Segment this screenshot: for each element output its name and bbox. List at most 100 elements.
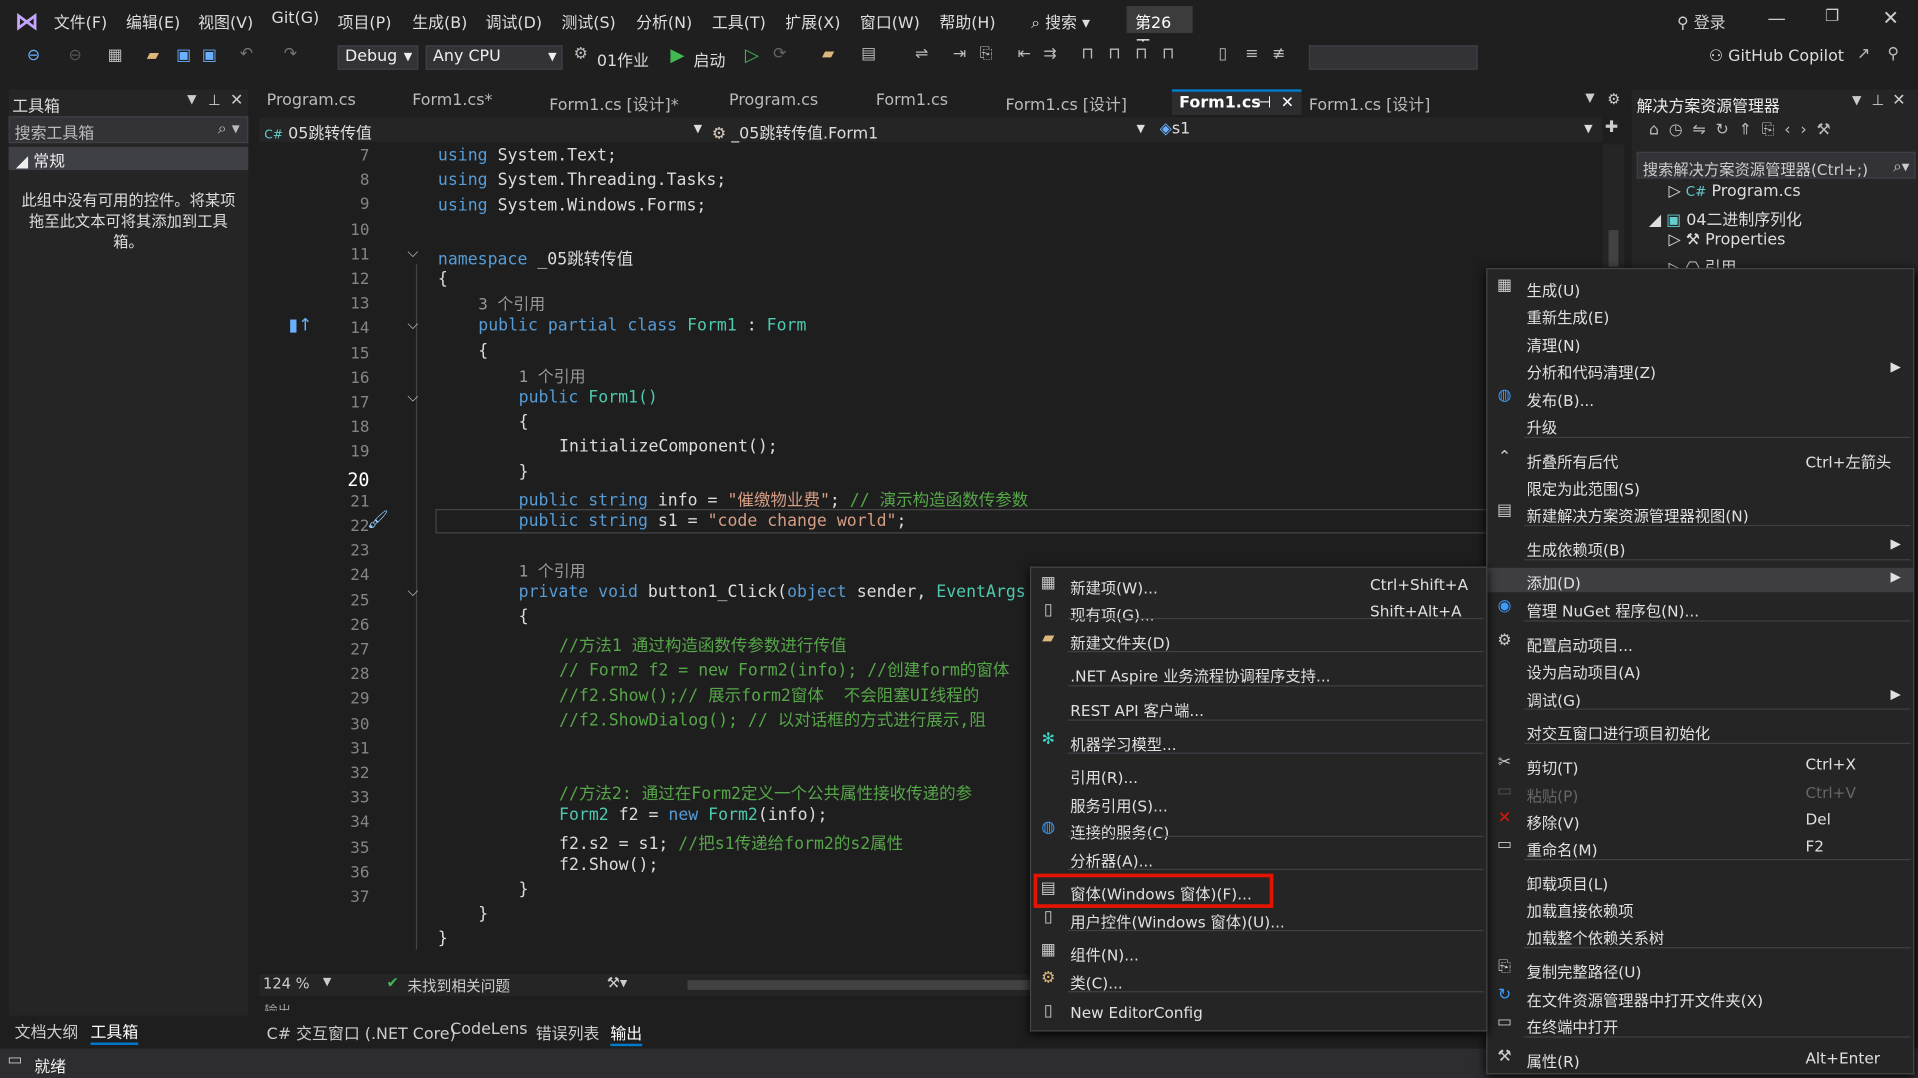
feedback-icon[interactable]: ⚲ <box>1887 45 1899 63</box>
platform-dropdown[interactable]: Any CPU ▼ <box>425 45 563 70</box>
config-dropdown[interactable]: Debug ▼ <box>337 45 419 70</box>
save-all-icon[interactable]: ▣ <box>202 46 217 64</box>
context_menu-item[interactable]: 升级 <box>1487 412 1913 436</box>
add_submenu-item[interactable]: .NET Aspire 业务流程协调程序支持... <box>1031 661 1486 685</box>
nav-member-dropdown[interactable]: ◈s1 ▼ <box>1160 120 1595 138</box>
login-button[interactable]: ⚲ 登录 <box>1677 10 1726 33</box>
menu-item-11[interactable]: 窗口(W) <box>860 10 920 33</box>
menu-item-8[interactable]: 分析(N) <box>636 10 692 33</box>
context_menu-item[interactable]: 加载直接依赖项 <box>1487 896 1913 920</box>
cleanup-brush-icon[interactable]: ⚒▾ <box>607 974 628 991</box>
folder-icon[interactable]: ▰ <box>822 45 834 63</box>
save-icon[interactable]: ▣ <box>176 46 191 64</box>
context_menu-item[interactable]: ⌃ 折叠所有后代 Ctrl+左箭头 <box>1487 447 1913 471</box>
context_menu-item[interactable]: 限定为此范围(S) <box>1487 474 1913 498</box>
play-icon[interactable]: ▶ <box>670 44 684 66</box>
left-tab-toolbox[interactable]: 工具箱 <box>90 1019 139 1045</box>
horizontal-scrollbar[interactable] <box>687 980 1030 990</box>
add_submenu-item[interactable]: 分析器(A)... <box>1031 846 1486 870</box>
add_submenu-item[interactable]: ▯ 用户控件(Windows 窗体)(U)... <box>1031 907 1486 931</box>
tab-form1-modified[interactable]: Form1.cs* <box>405 89 500 115</box>
context_menu-item[interactable]: ▭ 在终端中打开 <box>1487 1012 1913 1036</box>
context_menu-item[interactable]: ◉ 管理 NuGet 程序包(N)... <box>1487 596 1913 620</box>
close-window-button[interactable]: ✕ <box>1883 6 1899 29</box>
context_menu-item[interactable]: ▤ 新建解决方案资源管理器视图(N) <box>1487 500 1913 525</box>
tab-form1-design-3[interactable]: Form1.cs [设计] <box>1301 89 1437 115</box>
add_submenu-item[interactable]: ▦ 新建项(W)... Ctrl+Shift+A <box>1031 573 1486 597</box>
tree-item-properties[interactable]: ▷ ⚒ Properties <box>1668 231 1785 249</box>
context_menu-item[interactable]: ▭ 重命名(M) F2 <box>1487 835 1913 859</box>
zoom-dropdown[interactable]: 124 % <box>263 975 310 992</box>
context_menu-item[interactable]: ▦ 生成(U) <box>1487 275 1913 300</box>
close-icon[interactable]: ✕ <box>230 92 243 110</box>
tab-csharp-interactive[interactable]: C# 交互窗口 (.NET Core) <box>267 1020 456 1043</box>
add_submenu-item[interactable]: ▦ 组件(N)... <box>1031 940 1486 964</box>
bookmark-clear-icon[interactable]: ⊓ <box>1162 45 1174 63</box>
nav-project-dropdown[interactable]: C# 05跳转传值 ▼ <box>264 120 704 144</box>
menu-item-0[interactable]: 文件(F) <box>54 10 107 33</box>
menu-item-10[interactable]: 扩展(X) <box>785 10 840 33</box>
fold-class-icon[interactable]: ⌵ <box>407 316 418 334</box>
context_menu-item[interactable]: 重新生成(E) <box>1487 302 1913 326</box>
tab-program-2[interactable]: Program.cs <box>722 89 826 115</box>
split-icon[interactable]: ✚ <box>1605 119 1618 137</box>
add_submenu-item[interactable]: ▯ New EditorConfig <box>1031 1001 1486 1025</box>
bookmark-next-icon[interactable]: ⊓ <box>1135 45 1147 63</box>
menu-item-7[interactable]: 测试(S) <box>561 10 615 33</box>
toolbox-search-input[interactable]: 搜索工具箱 ⌕ ▾ <box>8 116 249 144</box>
tab-output[interactable]: 输出 <box>610 1020 643 1047</box>
codelens-references[interactable]: 3 个引用 <box>478 291 545 314</box>
start-button[interactable]: 启动 <box>694 48 726 71</box>
bookmark-icon[interactable]: ⊓ <box>1081 45 1093 63</box>
context_menu-item[interactable]: ▭ 粘贴(P) Ctrl+V <box>1487 781 1913 805</box>
tab-form1-design-2[interactable]: Form1.cs [设计] <box>998 89 1134 115</box>
add_submenu-item[interactable]: ◍ 连接的服务(C) <box>1031 817 1486 842</box>
close-icon[interactable]: ✕ <box>1281 94 1294 112</box>
step-icon[interactable]: ⇥ <box>953 45 966 63</box>
codelens-references[interactable]: 1 个引用 <box>519 558 586 581</box>
add_submenu-item[interactable]: 引用(R)... <box>1031 762 1486 786</box>
context_menu-item[interactable]: ⎘ 复制完整路径(U) <box>1487 957 1913 981</box>
fold-ctor-icon[interactable]: ⌵ <box>407 388 418 406</box>
left-tab-outline[interactable]: 文档大纲 <box>15 1019 79 1042</box>
context_menu-item[interactable]: 对交互窗口进行项目初始化 <box>1487 718 1913 742</box>
tree-item-program[interactable]: ▷ C# Program.cs <box>1668 182 1800 200</box>
tab-form1-2[interactable]: Form1.cs <box>868 89 955 115</box>
menu-item-5[interactable]: 生成(B) <box>412 10 467 33</box>
comment-out-icon[interactable]: ≡ <box>1245 45 1258 63</box>
menu-item-3[interactable]: Git(G) <box>272 10 320 28</box>
tab-list-icon[interactable]: ▼ <box>1585 92 1594 105</box>
menu-item-6[interactable]: 调试(D) <box>486 10 542 33</box>
context_menu-item[interactable]: ✂ 剪切(T) Ctrl+X <box>1487 753 1913 777</box>
redo-icon[interactable]: ↷ <box>284 45 297 63</box>
restore-button[interactable]: ❐ <box>1825 7 1839 25</box>
context_menu-item[interactable]: 分析和代码清理(Z) ▶ <box>1487 357 1913 382</box>
comment-icon[interactable]: ⇉ <box>1043 45 1056 63</box>
undo-icon[interactable]: ↶ <box>240 45 253 63</box>
solution-search-input[interactable]: 搜索解决方案资源管理器(Ctrl+;) ⌕▾ <box>1636 151 1916 179</box>
context_menu-item[interactable]: ✕ 移除(V) Del <box>1487 808 1913 832</box>
pin-icon[interactable]: ⊥ <box>208 92 221 109</box>
context_menu-item[interactable]: 加载整个依赖关系树 <box>1487 923 1913 947</box>
context_menu-item[interactable]: 生成依赖项(B) ▶ <box>1487 535 1913 559</box>
startup-project[interactable]: 01作业 <box>597 48 649 71</box>
tab-error-list[interactable]: 错误列表 <box>536 1020 600 1043</box>
code-map-icon[interactable]: ▮↑ <box>289 316 313 336</box>
context_menu-item[interactable]: ⚙ 配置启动项目... <box>1487 630 1913 654</box>
minimize-button[interactable]: — <box>1768 7 1786 29</box>
new-project-icon[interactable]: ▦ <box>108 46 123 64</box>
menu-item-12[interactable]: 帮助(H) <box>939 10 995 33</box>
layout-icon[interactable]: ▤ <box>861 45 876 63</box>
add_submenu-item[interactable]: ⚙ 类(C)... <box>1031 968 1486 992</box>
format-icon[interactable]: ⇌ <box>915 45 928 63</box>
open-icon[interactable]: ▰ <box>147 46 159 64</box>
copilot-button[interactable]: ⚇ GitHub Copilot <box>1709 48 1844 66</box>
menu-item-4[interactable]: 项目(P) <box>338 10 392 33</box>
add_submenu-item[interactable]: REST API 客户端... <box>1031 695 1486 719</box>
search-button[interactable]: ⌕ 搜索 ▾ <box>1031 10 1090 33</box>
menu-item-9[interactable]: 工具(T) <box>712 10 766 33</box>
add_submenu-item[interactable]: ▯ 现有项(G)... Shift+Alt+A <box>1031 600 1486 624</box>
settings-gear-icon[interactable]: ⚙ <box>1607 91 1620 108</box>
indent-icon[interactable]: ⇤ <box>1018 45 1031 63</box>
options-dropdown-icon[interactable]: ▼ <box>1852 94 1861 107</box>
